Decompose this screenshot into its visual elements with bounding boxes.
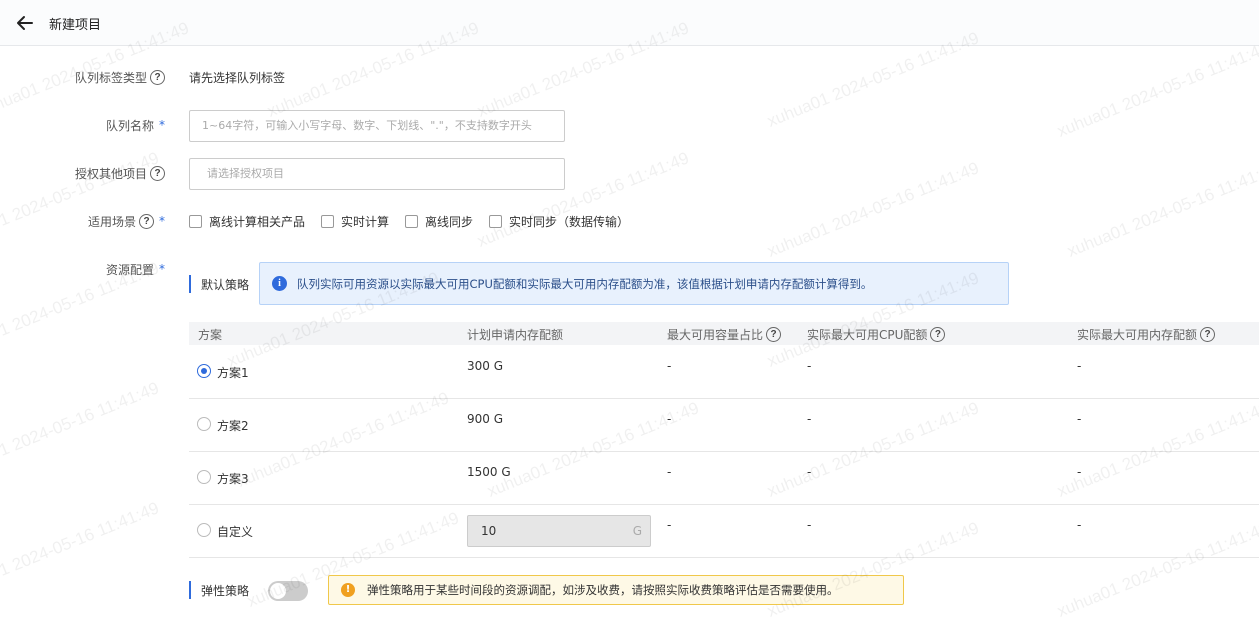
section-bar bbox=[189, 581, 191, 599]
plan-name: 方案1 bbox=[217, 366, 249, 380]
back-arrow-icon[interactable] bbox=[14, 12, 36, 34]
scenario-checkbox-offline[interactable]: 离线计算相关产品 bbox=[189, 213, 305, 229]
watermark: xuhua01 2024-05-16 11:41:49 bbox=[0, 378, 162, 481]
checkbox[interactable] bbox=[489, 214, 502, 228]
plan-mem-max: - bbox=[1077, 412, 1082, 426]
page-title: 新建项目 bbox=[49, 18, 102, 33]
warning-text: 弹性策略用于某些时间段的资源调配，如涉及收费，请按照实际收费策略评估是否需要使用… bbox=[367, 583, 839, 597]
table-row[interactable]: 方案3 1500 G - - - bbox=[189, 452, 1259, 505]
section-bar bbox=[189, 275, 191, 293]
help-icon[interactable]: ? bbox=[766, 327, 782, 342]
th-cpu: 实际最大可用CPU配额? bbox=[807, 326, 946, 343]
checkbox[interactable] bbox=[321, 214, 334, 228]
plan-radio[interactable] bbox=[197, 417, 211, 431]
required-mark: * bbox=[159, 118, 165, 132]
elastic-strategy-label: 弹性策略 bbox=[201, 584, 250, 598]
plan-cpu: - bbox=[807, 465, 812, 479]
plan-name: 自定义 bbox=[217, 525, 254, 539]
table-row[interactable]: 方案2 900 G - - - bbox=[189, 399, 1259, 452]
required-mark: * bbox=[159, 262, 165, 276]
th-plan: 方案 bbox=[198, 328, 223, 342]
help-icon[interactable]: ? bbox=[139, 213, 154, 229]
auth-projects-select[interactable]: 请选择授权项目 bbox=[189, 158, 565, 190]
required-mark: * bbox=[159, 214, 165, 228]
queue-name-input[interactable]: 1~64字符，可输入小写字母、数字、下划线、"."，不支持数字开头 bbox=[189, 110, 565, 142]
th-ratio: 最大可用容量占比? bbox=[667, 326, 782, 343]
custom-memory-input[interactable]: 10 G bbox=[467, 515, 651, 547]
checkbox[interactable] bbox=[189, 214, 202, 228]
watermark: xuhua01 2024-05-16 11:41:49 bbox=[1054, 38, 1259, 141]
help-icon[interactable]: ? bbox=[150, 69, 165, 85]
auth-projects-label: 授权其他项目 ? bbox=[0, 163, 165, 183]
plan-ratio: - bbox=[667, 412, 672, 426]
help-icon[interactable]: ? bbox=[150, 165, 165, 181]
th-memory: 计划申请内存配额 bbox=[467, 328, 564, 342]
queue-name-label: 队列名称 * bbox=[105, 118, 165, 133]
watermark: xuhua01 2024-05-16 11:41:49 bbox=[1064, 158, 1259, 261]
queue-tag-type-label: 队列标签类型 ? bbox=[0, 67, 165, 87]
plan-memory: 1500 G bbox=[467, 465, 511, 479]
plan-radio[interactable] bbox=[197, 523, 211, 537]
warning-icon: ! bbox=[341, 583, 355, 597]
plan-ratio: - bbox=[667, 359, 672, 373]
resource-config-label: 资源配置 * bbox=[105, 262, 165, 277]
plan-ratio: - bbox=[667, 518, 672, 532]
page-header: 新建项目 bbox=[0, 0, 1259, 46]
plan-mem-max: - bbox=[1077, 518, 1082, 532]
plan-cpu: - bbox=[807, 518, 812, 532]
default-strategy-label: 默认策略 bbox=[201, 278, 250, 292]
table-header: 方案 计划申请内存配额 最大可用容量占比? 实际最大可用CPU配额? 实际最大可… bbox=[189, 322, 1259, 345]
plan-cpu: - bbox=[807, 412, 812, 426]
help-icon[interactable]: ? bbox=[930, 327, 946, 342]
scenario-checkbox-offline-sync[interactable]: 离线同步 bbox=[405, 213, 473, 229]
plan-mem-max: - bbox=[1077, 359, 1082, 373]
th-mem-max: 实际最大可用内存配额? bbox=[1077, 326, 1216, 343]
plan-name: 方案2 bbox=[217, 419, 249, 433]
table-row[interactable]: 方案1 300 G - - - bbox=[189, 346, 1259, 399]
unit-label: G bbox=[632, 524, 642, 538]
info-icon: i bbox=[272, 276, 287, 291]
info-alert: i 队列实际可用资源以实际最大可用CPU配额和实际最大可用内存配额为准，该值根据… bbox=[259, 262, 1009, 305]
watermark: xuhua01 2024-05-16 11:41:49 bbox=[0, 498, 162, 601]
checkbox[interactable] bbox=[405, 214, 418, 228]
scenario-label: 适用场景 ? * bbox=[87, 213, 165, 229]
plan-name: 方案3 bbox=[217, 472, 249, 486]
help-icon[interactable]: ? bbox=[1200, 327, 1216, 342]
plan-radio-checked[interactable] bbox=[197, 364, 211, 378]
plan-cpu: - bbox=[807, 359, 812, 373]
warning-alert: ! 弹性策略用于某些时间段的资源调配，如涉及收费，请按照实际收费策略评估是否需要… bbox=[328, 575, 904, 605]
plan-memory: 900 G bbox=[467, 412, 504, 426]
plan-memory: 300 G bbox=[467, 359, 504, 373]
table-row[interactable]: 自定义 10 G - - - bbox=[189, 505, 1259, 558]
scenario-checkbox-realtime[interactable]: 实时计算 bbox=[321, 213, 389, 229]
info-text: 队列实际可用资源以实际最大可用CPU配额和实际最大可用内存配额为准，该值根据计划… bbox=[297, 276, 873, 291]
plan-ratio: - bbox=[667, 465, 672, 479]
watermark: xuhua01 2024-05-16 11:41:49 bbox=[764, 158, 982, 261]
plan-radio[interactable] bbox=[197, 470, 211, 484]
plan-mem-max: - bbox=[1077, 465, 1082, 479]
scenario-checkbox-realtime-sync[interactable]: 实时同步（数据传输） bbox=[489, 213, 629, 229]
elastic-toggle[interactable] bbox=[268, 581, 308, 601]
queue-tag-type-value: 请先选择队列标签 bbox=[189, 71, 286, 85]
